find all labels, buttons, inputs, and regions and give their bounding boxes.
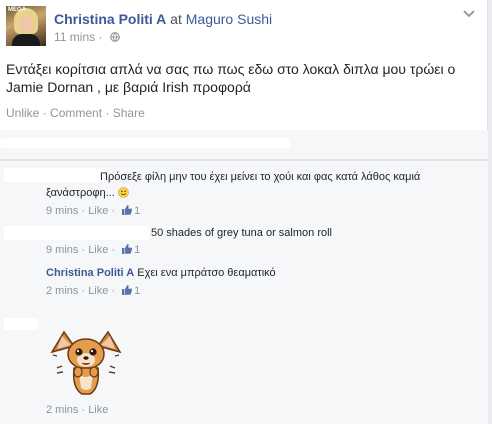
- comment-4-meta: 2 mins · Like: [46, 404, 109, 416]
- comment-1-text: Πρόσεξε φίλη μην του έχει μείνει το χούι…: [46, 169, 466, 201]
- comment-1-time[interactable]: 9 mins: [46, 205, 78, 217]
- comment-3-like-link[interactable]: Like: [88, 285, 108, 297]
- post-actions: Unlike · Comment · Share: [6, 106, 145, 120]
- comment-2-meta: 9 mins · Like · 1: [46, 243, 141, 256]
- post-body: Εντάξει κορίτσια απλά να σας πω πως εδω …: [6, 61, 456, 95]
- redacted-commenter-name: [4, 318, 38, 330]
- avatar-body: [12, 34, 40, 46]
- at-text: at: [170, 11, 182, 27]
- comment-2-time[interactable]: 9 mins: [46, 244, 78, 256]
- comment-1-like-link[interactable]: Like: [88, 205, 108, 217]
- chevron-down-icon[interactable]: [463, 10, 475, 18]
- comment-3-like-count: 1: [134, 285, 141, 297]
- thumbs-up-icon[interactable]: [121, 243, 133, 255]
- comment-link[interactable]: Comment: [50, 106, 102, 120]
- comment-3-body: Εχει ενα μπράτσο θεαματικό: [137, 267, 276, 279]
- chihuahua-sticker: [50, 330, 122, 395]
- thumbs-up-icon[interactable]: [121, 284, 133, 296]
- location-link[interactable]: Maguro Sushi: [186, 11, 272, 27]
- post-author-link[interactable]: Christina Politi A: [54, 11, 166, 27]
- comment-3-meta: 2 mins · Like · 1: [46, 284, 141, 297]
- comment-1-body: Πρόσεξε φίλη μην του έχει μείνει το χούι…: [46, 171, 421, 199]
- post-card: MEGA Christina Politi A at Maguro Sushi …: [0, 0, 488, 130]
- comment-3-author-link[interactable]: Christina Politi A: [46, 267, 134, 279]
- comment-1-meta: 9 mins · Like · 1: [46, 204, 141, 217]
- unlike-link[interactable]: Unlike: [6, 106, 39, 120]
- right-gutter: [488, 0, 492, 423]
- meta-separator: ·: [95, 30, 106, 44]
- comment-3-text: Christina Politi A Εχει ενα μπράτσο θεαμ…: [46, 265, 276, 281]
- comment-2-like-link[interactable]: Like: [88, 244, 108, 256]
- comment-2-like-count: 1: [134, 244, 141, 256]
- comment-2-text: 50 shades of grey tuna or salmon roll: [151, 227, 332, 239]
- share-link[interactable]: Share: [113, 106, 145, 120]
- author-avatar[interactable]: MEGA: [6, 6, 46, 46]
- comment-3-time[interactable]: 2 mins: [46, 285, 78, 297]
- globe-icon: [109, 32, 120, 42]
- post-meta: 11 mins ·: [54, 30, 120, 44]
- post-timestamp[interactable]: 11 mins: [54, 30, 95, 44]
- smiley-emoji: [118, 187, 129, 198]
- redacted-commenter-name: [4, 226, 149, 240]
- avatar-face: [19, 16, 33, 32]
- redacted-likes-line: [0, 138, 290, 148]
- comment-4-time[interactable]: 2 mins: [46, 404, 78, 416]
- comment-1-like-count: 1: [134, 205, 141, 217]
- action-separator: ·: [102, 106, 113, 120]
- post-header: Christina Politi A at Maguro Sushi: [54, 11, 272, 27]
- comment-4-like-link[interactable]: Like: [88, 404, 108, 416]
- action-separator: ·: [39, 106, 51, 120]
- avatar-tag: MEGA: [8, 7, 26, 13]
- thumbs-up-icon[interactable]: [121, 204, 133, 216]
